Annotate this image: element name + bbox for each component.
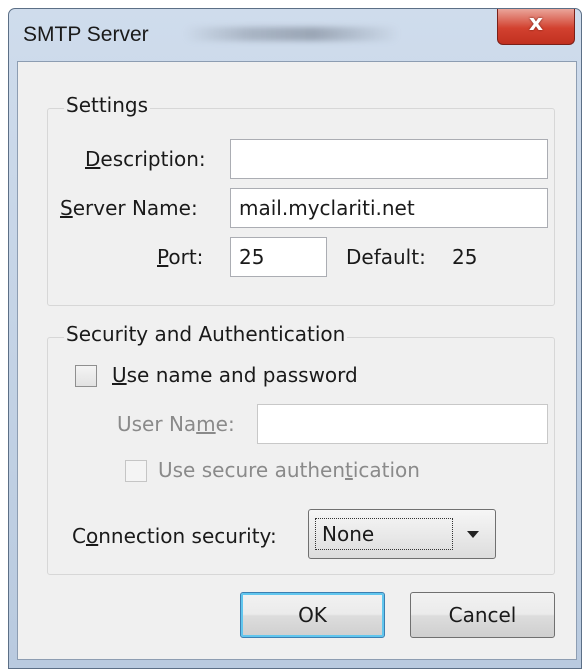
port-label: Port:: [157, 245, 204, 269]
window-title: SMTP Server: [23, 23, 149, 46]
chevron-down-icon: [467, 531, 479, 538]
user-name-input[interactable]: [257, 404, 548, 444]
settings-group-label: Settings: [64, 93, 151, 117]
secure-auth-checkbox[interactable]: [125, 460, 147, 482]
security-group-label: Security and Authentication: [64, 322, 348, 346]
default-port-value: 25: [452, 245, 478, 269]
connection-security-label: Connection security:: [72, 524, 277, 548]
secure-auth-label[interactable]: Use secure authentication: [158, 458, 420, 482]
smtp-server-dialog: SMTP Server x Settings Description: Serv…: [8, 8, 582, 669]
close-button[interactable]: x: [497, 9, 575, 45]
description-input[interactable]: [230, 139, 548, 179]
default-port-label: Default:: [346, 245, 426, 269]
obscured-title-text: [184, 27, 399, 41]
port-label-text: ort:: [168, 245, 204, 269]
use-name-password-label[interactable]: Use name and password: [112, 363, 358, 387]
server-name-label-text: erver Name:: [72, 196, 198, 220]
close-icon: x: [528, 11, 544, 36]
server-name-label: Server Name:: [60, 196, 198, 220]
description-label-text: escription:: [100, 147, 206, 171]
description-label: Description:: [85, 147, 206, 171]
connection-security-select[interactable]: None: [308, 509, 496, 559]
port-input[interactable]: [230, 237, 327, 277]
connection-security-value: None: [315, 518, 453, 550]
title-bar[interactable]: SMTP Server x: [9, 9, 581, 69]
use-name-password-checkbox[interactable]: [75, 365, 97, 387]
ok-button[interactable]: OK: [240, 592, 385, 638]
use-name-password-label-text: se name and password: [126, 363, 358, 387]
cancel-button[interactable]: Cancel: [410, 592, 555, 638]
dialog-body: Settings Description: Server Name: Port:…: [17, 61, 577, 660]
server-name-input[interactable]: [230, 188, 548, 228]
user-name-label: User Name:: [117, 412, 235, 436]
